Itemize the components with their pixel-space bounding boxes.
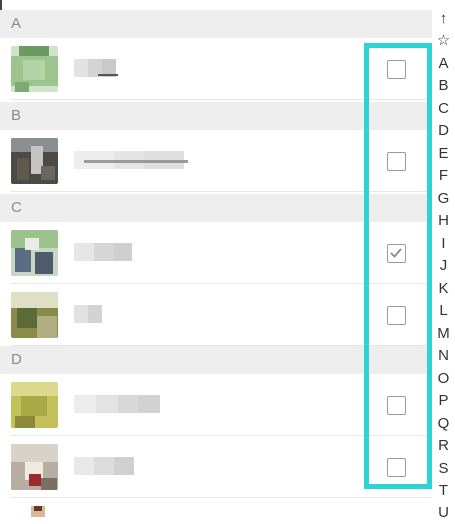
section-header-b: B — [0, 102, 432, 130]
index-letter-g[interactable]: G — [432, 188, 455, 210]
index-letter-b[interactable]: B — [432, 75, 455, 97]
index-letter-a[interactable]: A — [432, 53, 455, 75]
index-letter-o[interactable]: O — [432, 368, 455, 390]
section-header-d: D — [0, 346, 432, 374]
avatar — [11, 444, 58, 490]
index-letter-u[interactable]: U — [432, 502, 455, 524]
index-letter-j[interactable]: J — [432, 255, 455, 277]
index-letter-m[interactable]: M — [432, 323, 455, 345]
index-letter-q[interactable]: Q — [432, 413, 455, 435]
contact-row[interactable] — [0, 222, 432, 284]
contact-row[interactable] — [0, 436, 432, 498]
divider — [10, 99, 432, 100]
alphabet-index-bar[interactable]: ↑ ☆ A B C D E F G H I J K L M N O P Q R … — [432, 8, 455, 521]
contact-row[interactable] — [0, 38, 432, 100]
index-letter-p[interactable]: P — [432, 390, 455, 412]
select-checkbox[interactable] — [387, 244, 406, 263]
index-letter-h[interactable]: H — [432, 210, 455, 232]
avatar — [11, 382, 58, 428]
star-icon[interactable]: ☆ — [432, 30, 455, 52]
avatar — [11, 292, 58, 338]
index-letter-r[interactable]: R — [432, 435, 455, 457]
avatar — [11, 138, 58, 184]
section-letter: C — [11, 199, 22, 216]
index-letter-n[interactable]: N — [432, 345, 455, 367]
contact-row[interactable] — [0, 374, 432, 436]
section-header-a: A — [0, 10, 432, 38]
index-letter-f[interactable]: F — [432, 165, 455, 187]
index-letter-t[interactable]: T — [432, 480, 455, 502]
index-letter-c[interactable]: C — [432, 98, 455, 120]
select-checkbox[interactable] — [387, 396, 406, 415]
select-checkbox[interactable] — [387, 152, 406, 171]
index-letter-k[interactable]: K — [432, 278, 455, 300]
contact-row[interactable] — [0, 284, 432, 346]
avatar — [31, 506, 45, 517]
checkmark-icon — [390, 248, 402, 258]
select-checkbox[interactable] — [387, 458, 406, 477]
section-letter: B — [11, 107, 22, 124]
index-letter-e[interactable]: E — [432, 143, 455, 165]
index-letter-i[interactable]: I — [432, 233, 455, 255]
arrow-up-icon[interactable]: ↑ — [432, 8, 455, 30]
index-letter-d[interactable]: D — [432, 120, 455, 142]
index-letter-l[interactable]: L — [432, 300, 455, 322]
section-letter: A — [11, 15, 22, 32]
divider — [10, 497, 432, 498]
avatar — [11, 46, 58, 92]
select-checkbox[interactable] — [387, 60, 406, 79]
index-letter-s[interactable]: S — [432, 458, 455, 480]
select-checkbox[interactable] — [387, 306, 406, 325]
section-letter: D — [11, 351, 22, 368]
divider — [10, 191, 432, 192]
avatar — [11, 230, 58, 276]
section-header-c: C — [0, 194, 432, 222]
contact-row[interactable] — [0, 130, 432, 192]
